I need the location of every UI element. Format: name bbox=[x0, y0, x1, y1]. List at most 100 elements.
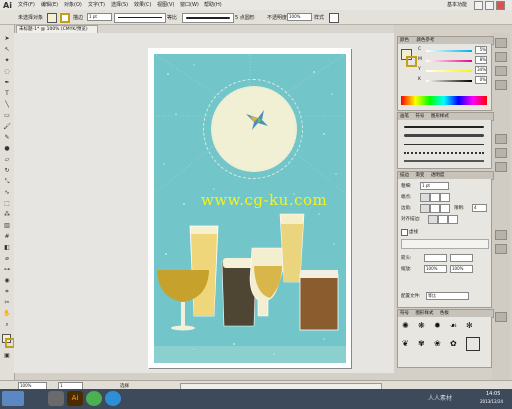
limit-field[interactable]: 4 bbox=[472, 204, 487, 212]
workspace-switcher[interactable]: 基本功能 bbox=[447, 1, 467, 8]
arrow-start-scale[interactable]: 100% bbox=[424, 265, 447, 273]
graph-icon[interactable]: ▥ bbox=[3, 222, 11, 230]
lasso-icon[interactable]: ◌ bbox=[3, 68, 11, 76]
symbol-splash-5[interactable]: ✻ bbox=[466, 321, 473, 330]
color-spectrum[interactable] bbox=[401, 96, 487, 105]
stroke-weight-field[interactable]: 1 pt bbox=[87, 13, 112, 21]
align-center-button[interactable] bbox=[428, 215, 438, 224]
brush-stroke-1[interactable] bbox=[404, 126, 484, 128]
tab-brushes[interactable]: 画笔 bbox=[400, 114, 409, 119]
menu-view[interactable]: 视图(V) bbox=[157, 1, 174, 8]
maximize-button[interactable] bbox=[485, 1, 494, 10]
symbol-splash-6[interactable]: ❦ bbox=[402, 339, 409, 348]
round-join-button[interactable] bbox=[430, 204, 440, 213]
mesh-icon[interactable]: # bbox=[3, 233, 11, 241]
magic-wand-icon[interactable]: ✦ bbox=[3, 57, 11, 65]
start-arrow-select[interactable] bbox=[424, 254, 447, 262]
panel-icon-transparency[interactable] bbox=[495, 162, 507, 172]
channel-k-value[interactable]: 0% bbox=[475, 76, 487, 84]
panel-icon-appearance[interactable] bbox=[495, 230, 507, 240]
menu-select[interactable]: 选择(S) bbox=[111, 1, 128, 8]
symbol-splash-2[interactable]: ❋ bbox=[418, 321, 425, 330]
rectangle-icon[interactable]: ▭ bbox=[3, 112, 11, 120]
panel-icon-symbols[interactable] bbox=[495, 80, 507, 90]
live-paint-icon[interactable]: ◉ bbox=[3, 277, 11, 285]
symbol-splash-8[interactable]: ❀ bbox=[434, 339, 441, 348]
eraser-icon[interactable]: ▱ bbox=[3, 156, 11, 164]
brush-stroke-4[interactable] bbox=[404, 152, 484, 156]
end-arrow-select[interactable] bbox=[450, 254, 473, 262]
align-inside-button[interactable] bbox=[438, 215, 448, 224]
brush-definition[interactable] bbox=[182, 13, 234, 23]
channel-y-slider[interactable] bbox=[426, 70, 472, 72]
channel-c-slider[interactable] bbox=[426, 50, 472, 52]
channel-k-slider[interactable] bbox=[426, 80, 472, 82]
panel-icon-swatches[interactable] bbox=[495, 52, 507, 62]
brush-stroke-5[interactable] bbox=[404, 160, 484, 162]
selection-icon[interactable]: ➤ bbox=[3, 35, 11, 43]
symbol-splash-4[interactable]: ☙ bbox=[450, 321, 457, 330]
tab-swatches[interactable]: 色板 bbox=[440, 311, 449, 316]
brush-stroke-3[interactable] bbox=[404, 144, 484, 145]
symbol-sprayer-icon[interactable]: ⁂ bbox=[3, 211, 11, 219]
symbol-splash-3[interactable]: ✹ bbox=[434, 321, 441, 330]
menu-window[interactable]: 窗口(W) bbox=[180, 1, 199, 8]
eyedropper-icon[interactable]: ⌀ bbox=[3, 255, 11, 263]
screen-mode-icon[interactable]: ▣ bbox=[3, 352, 11, 360]
pencil-icon[interactable]: ✎ bbox=[3, 134, 11, 142]
butt-cap-button[interactable] bbox=[420, 193, 430, 202]
symbol-selected[interactable] bbox=[466, 337, 480, 351]
taskbar-illustrator-icon[interactable]: Ai bbox=[67, 391, 83, 406]
brush-stroke-2[interactable] bbox=[404, 134, 484, 137]
scale-icon[interactable]: ⤡ bbox=[3, 178, 11, 186]
menu-file[interactable]: 文件(F) bbox=[18, 1, 35, 8]
tab-color[interactable]: 颜色 bbox=[400, 38, 409, 43]
symbol-splash-1[interactable]: ✺ bbox=[402, 321, 409, 330]
menu-help[interactable]: 帮助(H) bbox=[204, 1, 222, 8]
blob-brush-icon[interactable]: ● bbox=[3, 145, 11, 153]
stroke-color-swatch[interactable] bbox=[406, 56, 417, 67]
panel-icon-color[interactable] bbox=[495, 38, 507, 48]
document-tab[interactable]: 未标题-1* @ 100% (CMYK/预览) bbox=[16, 25, 98, 33]
variable-width-profile[interactable] bbox=[114, 13, 166, 23]
minimize-button[interactable] bbox=[474, 1, 483, 10]
dash-gap-fields[interactable] bbox=[401, 239, 489, 249]
graphic-style-swatch[interactable] bbox=[329, 13, 339, 23]
taskbar-app-icon[interactable] bbox=[86, 391, 102, 406]
start-button[interactable] bbox=[2, 391, 24, 406]
menu-object[interactable]: 对象(O) bbox=[64, 1, 82, 8]
tab-transparency[interactable]: 透明度 bbox=[431, 173, 445, 178]
panel-icon-brushes[interactable] bbox=[495, 66, 507, 76]
panel-icon-layers[interactable] bbox=[495, 244, 507, 254]
taskbar-explorer-icon[interactable] bbox=[48, 391, 64, 406]
channel-c-value[interactable]: 5% bbox=[475, 46, 487, 54]
bevel-join-button[interactable] bbox=[440, 204, 450, 213]
close-button[interactable] bbox=[496, 1, 505, 10]
round-cap-button[interactable] bbox=[430, 193, 440, 202]
type-icon[interactable]: T bbox=[3, 90, 11, 98]
panel-icon-stroke[interactable] bbox=[495, 134, 507, 144]
warp-icon[interactable]: ∿ bbox=[3, 189, 11, 197]
miter-join-button[interactable] bbox=[420, 204, 430, 213]
opacity-field[interactable]: 100% bbox=[287, 13, 312, 21]
slice-icon[interactable]: ⌗ bbox=[3, 288, 11, 296]
profile-select[interactable]: 等比 bbox=[426, 292, 469, 300]
rotate-icon[interactable]: ↻ bbox=[3, 167, 11, 175]
zoom-icon[interactable]: ⌕ bbox=[3, 321, 11, 329]
tab-gradient[interactable]: 渐变 bbox=[415, 173, 424, 178]
line-icon[interactable]: ╲ bbox=[3, 101, 11, 109]
direct-selection-icon[interactable]: ↖ bbox=[3, 46, 11, 54]
arrow-end-scale[interactable]: 100% bbox=[450, 265, 473, 273]
stroke-swatch[interactable] bbox=[60, 13, 70, 23]
tab-graphic-style-library[interactable]: 图形样式 bbox=[415, 311, 433, 316]
tab-graphic-styles[interactable]: 图形样式 bbox=[431, 114, 449, 119]
symbol-splash-7[interactable]: ✾ bbox=[418, 339, 425, 348]
paintbrush-icon[interactable]: 🖌 bbox=[3, 123, 11, 131]
fill-swatch[interactable] bbox=[47, 13, 57, 23]
dashed-line-checkbox[interactable] bbox=[401, 229, 408, 236]
pen-icon[interactable]: ✒ bbox=[3, 79, 11, 87]
scissors-icon[interactable]: ✂ bbox=[3, 299, 11, 307]
menu-effect[interactable]: 效果(C) bbox=[134, 1, 151, 8]
channel-m-slider[interactable] bbox=[426, 60, 472, 62]
tab-symbol-library[interactable]: 符号 bbox=[400, 311, 409, 316]
